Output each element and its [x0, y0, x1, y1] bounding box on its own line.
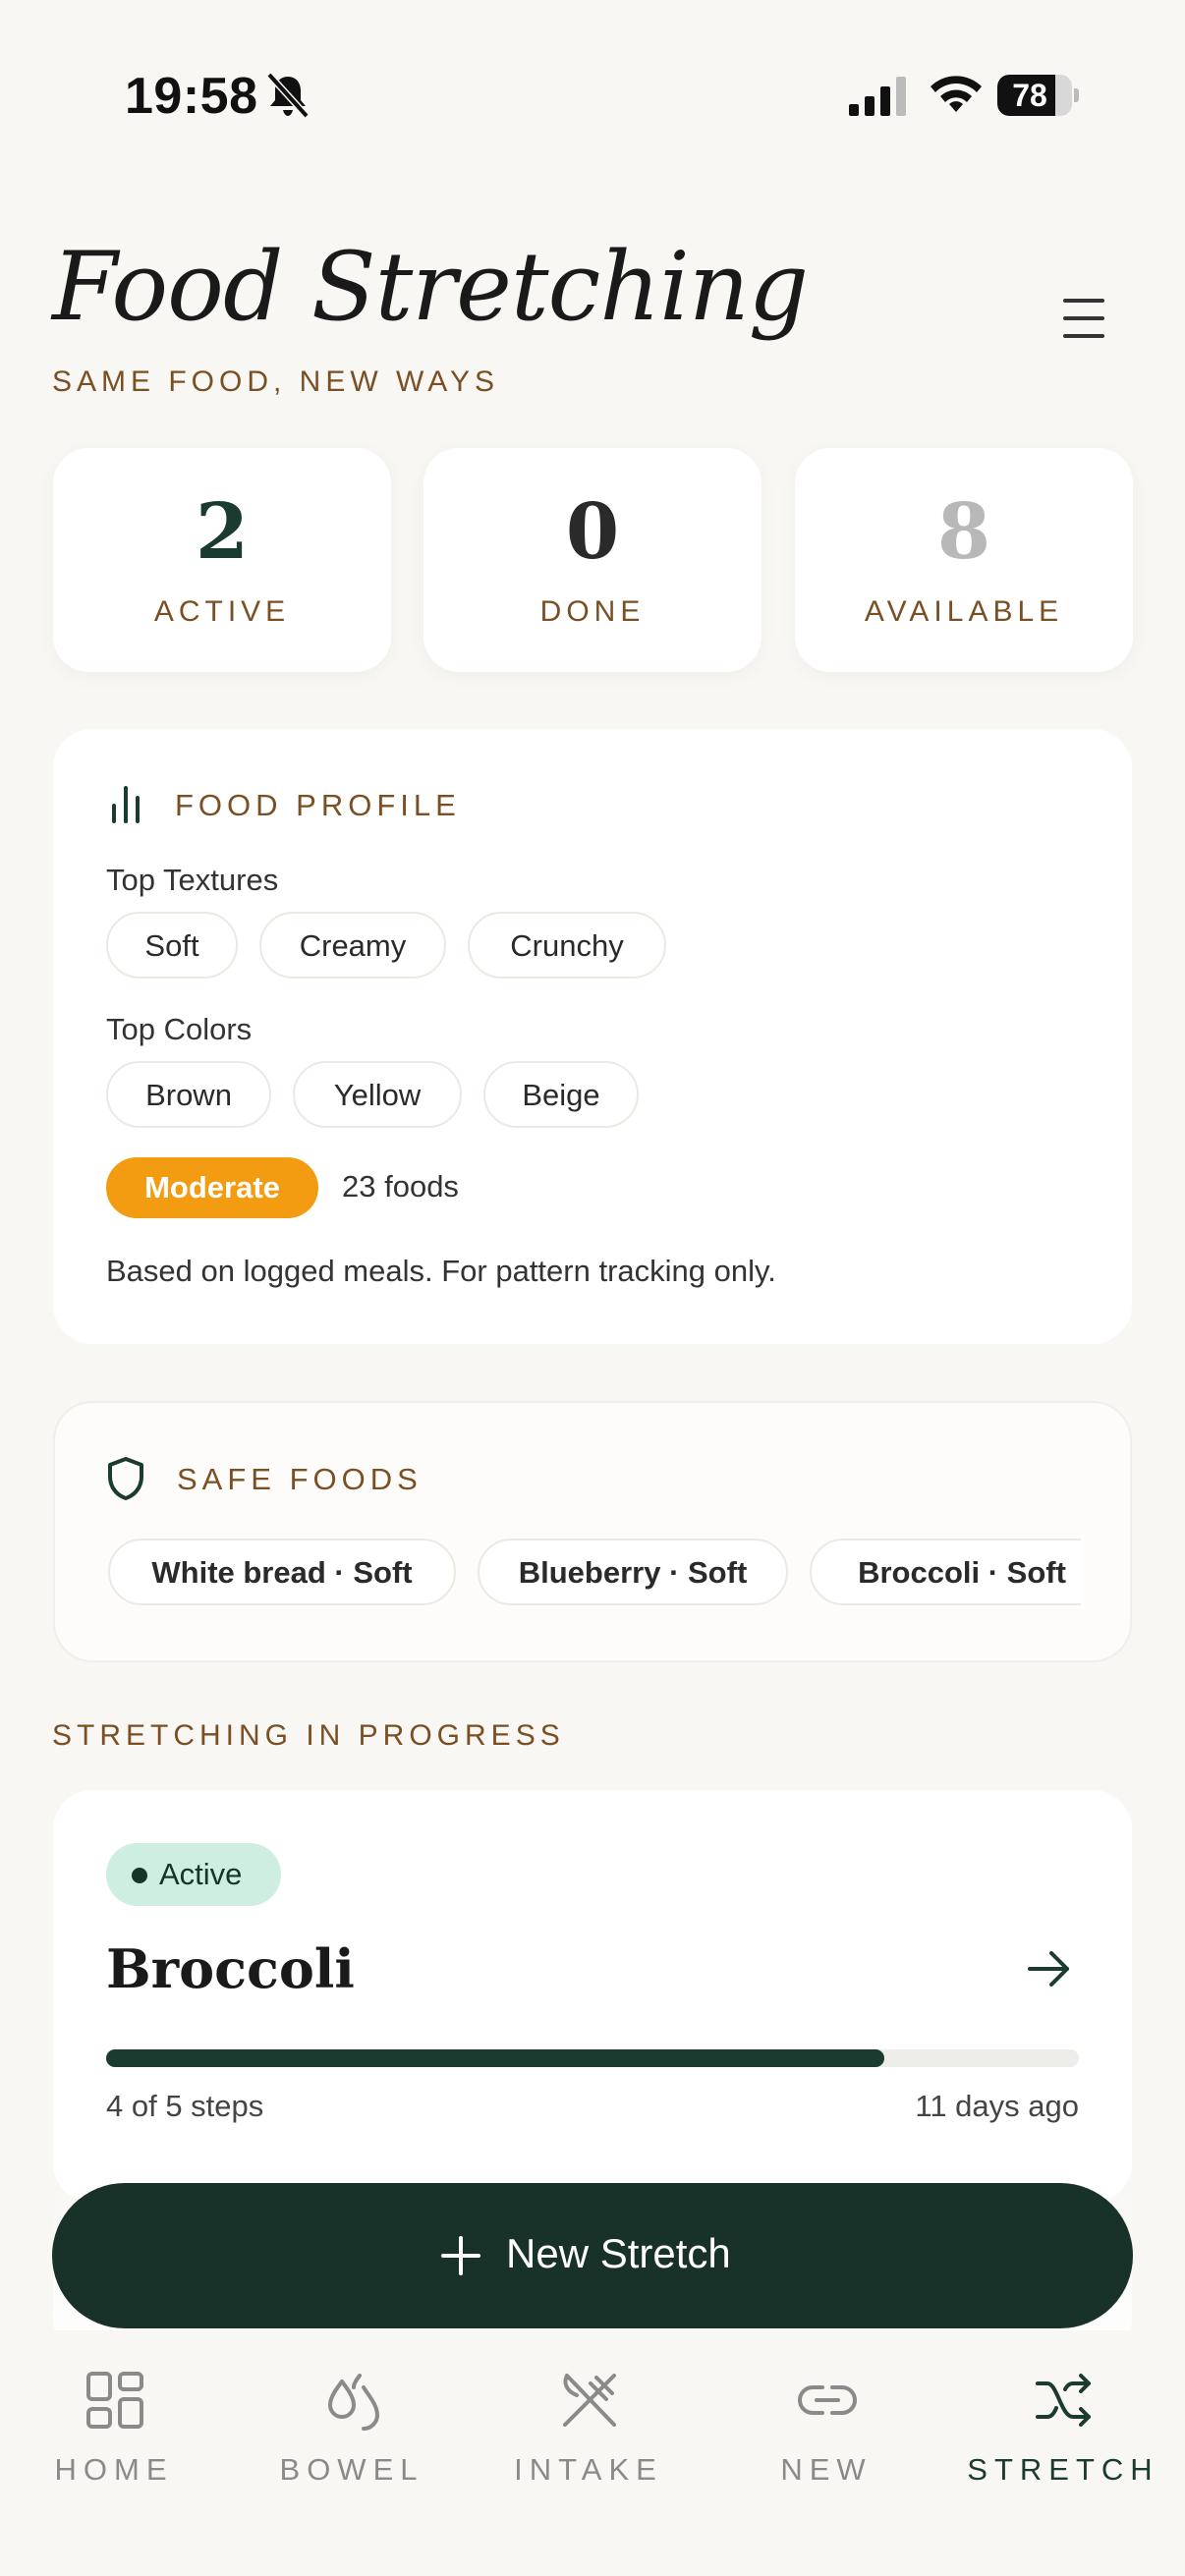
safe-foods-card: SAFE FOODS White bread · Soft Blueberry …	[53, 1401, 1132, 1662]
progress-fill	[106, 2049, 884, 2067]
stat-label: DONE	[539, 595, 646, 628]
plus-icon	[441, 2236, 480, 2275]
battery-level-text: 78	[1012, 78, 1047, 113]
shield-icon	[108, 1457, 143, 1500]
nav-item-home[interactable]: HOME	[6, 2350, 222, 2488]
color-chip: Beige	[483, 1061, 639, 1128]
safe-food-chip[interactable]: White bread · Soft	[108, 1539, 456, 1605]
utensils-crossed-icon	[563, 2374, 616, 2427]
texture-chip: Soft	[106, 912, 238, 979]
variety-level-badge: Moderate	[106, 1157, 318, 1218]
time-ago-text: 11 days ago	[915, 2089, 1079, 2123]
status-time: 19:58	[125, 68, 258, 125]
wifi-icon	[931, 76, 982, 112]
food-profile-card: FOOD PROFILE Top Textures Soft Creamy Cr…	[53, 729, 1132, 1344]
stat-card-done: 0 DONE	[423, 448, 762, 672]
new-stretch-label: New Stretch	[506, 2230, 731, 2276]
page-subtitle: SAME FOOD, NEW WAYS	[52, 365, 500, 398]
stretch-food-name: Broccoli	[106, 1937, 355, 2000]
section-title-in-progress: STRETCHING IN PROGRESS	[52, 1719, 565, 1752]
grid-icon	[86, 2372, 143, 2429]
safe-food-chip[interactable]: Blueberry · Soft	[478, 1539, 788, 1605]
nav-label: NEW	[780, 2452, 873, 2487]
bottom-nav: HOME BOWEL INTAKE NEW STRETCH	[0, 2330, 1185, 2576]
stat-card-available: 8 AVAILABLE	[795, 448, 1133, 672]
link-icon	[798, 2385, 857, 2415]
new-stretch-button[interactable]: New Stretch	[52, 2183, 1133, 2328]
color-chip: Yellow	[293, 1061, 462, 1128]
section-title: FOOD PROFILE	[175, 788, 461, 822]
textures-label: Top Textures	[106, 863, 279, 897]
drops-icon	[328, 2374, 380, 2431]
nav-label: BOWEL	[279, 2452, 424, 2487]
stat-card-active: 2 ACTIVE	[53, 448, 391, 672]
status-dot	[132, 1868, 147, 1883]
nav-item-intake[interactable]: INTAKE	[480, 2350, 697, 2488]
battery-icon: 78	[997, 75, 1080, 116]
stat-value: 8	[936, 487, 991, 577]
signal-icon	[849, 77, 906, 116]
profile-note: Based on logged meals. For pattern track…	[106, 1254, 776, 1288]
safe-foods-scroller[interactable]: White bread · Soft Blueberry · Soft Broc…	[108, 1535, 1081, 1613]
steps-text: 4 of 5 steps	[106, 2089, 264, 2123]
stat-value: 0	[565, 487, 620, 577]
status-bar: 19:58 78	[0, 0, 1185, 196]
section-title: SAFE FOODS	[177, 1462, 423, 1496]
nav-item-new[interactable]: NEW	[718, 2350, 934, 2488]
safe-food-chip[interactable]: Broccoli · Soft	[810, 1539, 1081, 1605]
status-text: Active	[159, 1857, 243, 1891]
page-title: Food Stretching	[52, 232, 809, 342]
arrow-right-icon[interactable]	[1024, 1943, 1075, 1994]
nav-label: STRETCH	[967, 2452, 1159, 2487]
shuffle-icon	[1036, 2374, 1091, 2427]
nav-label: HOME	[54, 2452, 174, 2487]
menu-icon[interactable]	[1051, 293, 1114, 348]
stretch-card[interactable]: Active Broccoli 4 of 5 steps 11 days ago	[53, 1790, 1132, 2203]
color-chip: Brown	[106, 1061, 271, 1128]
stat-label: ACTIVE	[153, 595, 291, 628]
nav-label: INTAKE	[514, 2452, 663, 2487]
texture-chip: Crunchy	[468, 912, 666, 979]
bar-chart-icon	[112, 786, 140, 823]
stat-label: AVAILABLE	[864, 595, 1064, 628]
nav-item-bowel[interactable]: BOWEL	[244, 2350, 460, 2488]
nav-item-stretch[interactable]: STRETCH	[955, 2350, 1171, 2488]
status-badge: Active	[106, 1843, 281, 1906]
colors-label: Top Colors	[106, 1012, 253, 1046]
progress-bar	[106, 2049, 1079, 2067]
texture-chip: Creamy	[259, 912, 446, 979]
stat-value: 2	[195, 487, 250, 577]
bell-muted-icon	[266, 72, 310, 119]
food-count: 23 foods	[342, 1169, 459, 1204]
